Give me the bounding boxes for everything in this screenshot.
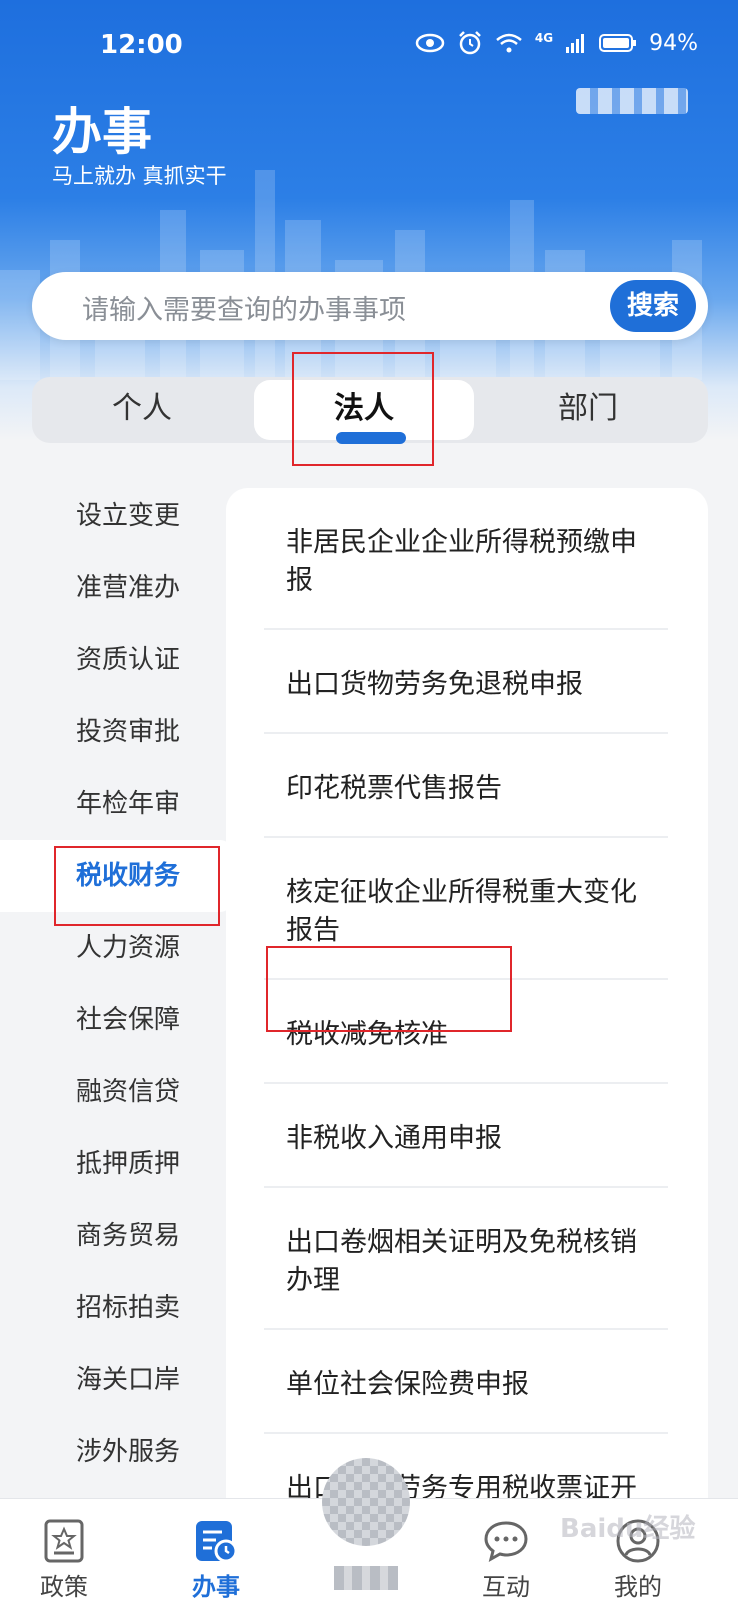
sidebar-item-qualification[interactable]: 资质认证 [0,624,232,696]
status-icons: 4G 94% [415,30,698,56]
sidebar-item-foreign-service[interactable]: 涉外服务 [0,1416,232,1488]
sidebar-item-license[interactable]: 准营准办 [0,552,232,624]
tab-personal[interactable]: 个人 [32,377,252,443]
signal-icon [566,34,585,53]
search-bar[interactable]: 请输入需要查询的办事事项 搜索 [32,272,708,340]
page-slogan: 马上就办 真抓实干 [52,164,227,188]
category-sidebar: 设立变更 准营准办 资质认证 投资审批 年检年审 税收财务 人力资源 社会保障 … [0,480,232,1488]
list-item[interactable]: 非税收入通用申报 [264,1084,668,1188]
center-button-blurred[interactable] [322,1458,410,1546]
tabbar-label: 办事 [192,1573,240,1600]
alarm-icon [459,31,481,55]
sidebar-item-annual-review[interactable]: 年检年审 [0,768,232,840]
list-item[interactable]: 出口货物劳务免退税申报 [264,630,668,734]
search-input[interactable]: 请输入需要查询的办事事项 [82,288,406,327]
chat-bubble-icon [484,1521,528,1562]
list-item[interactable]: 出口卷烟相关证明及免税核销办理 [264,1188,668,1330]
watermark-logo: Baidu经验 [560,1514,696,1544]
tabbar-interaction[interactable]: 互动 [446,1499,566,1600]
tab-department[interactable]: 部门 [478,377,698,443]
sidebar-item-bidding[interactable]: 招标拍卖 [0,1272,232,1344]
services-icon [196,1521,238,1563]
sidebar-item-investment[interactable]: 投资审批 [0,696,232,768]
list-item[interactable]: 非居民企业企业所得税预缴申报 [264,488,668,630]
sidebar-item-mortgage[interactable]: 抵押质押 [0,1128,232,1200]
search-button[interactable]: 搜索 [610,280,696,332]
battery-icon [599,34,637,52]
network-type: 4G [534,31,554,45]
policy-icon [44,1519,84,1563]
page-title: 办事 [52,103,152,161]
highlight-box-sidebar [54,846,220,926]
status-bar: 12:00 4G 94% [0,22,738,72]
sidebar-item-customs[interactable]: 海关口岸 [0,1344,232,1416]
user-info-blurred[interactable] [576,88,688,114]
tabbar-policy[interactable]: 政策 [4,1499,124,1600]
list-item[interactable]: 单位社会保险费申报 [264,1330,668,1434]
list-item[interactable]: 印花税票代售报告 [264,734,668,838]
tabbar-services[interactable]: 办事 [156,1499,276,1600]
sidebar-item-establish-change[interactable]: 设立变更 [0,480,232,552]
highlight-box-service [266,946,512,1032]
eye-icon [415,33,445,53]
highlight-box-tab [292,352,434,466]
wifi-icon [496,33,522,53]
battery-level: 94% [649,30,698,56]
tabbar-label: 政策 [40,1573,88,1600]
tabbar-label: 互动 [482,1573,530,1600]
status-time: 12:00 [100,30,183,60]
sidebar-item-trade[interactable]: 商务贸易 [0,1200,232,1272]
tabbar-label: 我的 [614,1573,662,1600]
center-label-blurred [334,1566,398,1590]
sidebar-item-social-security[interactable]: 社会保障 [0,984,232,1056]
sidebar-item-financing[interactable]: 融资信贷 [0,1056,232,1128]
